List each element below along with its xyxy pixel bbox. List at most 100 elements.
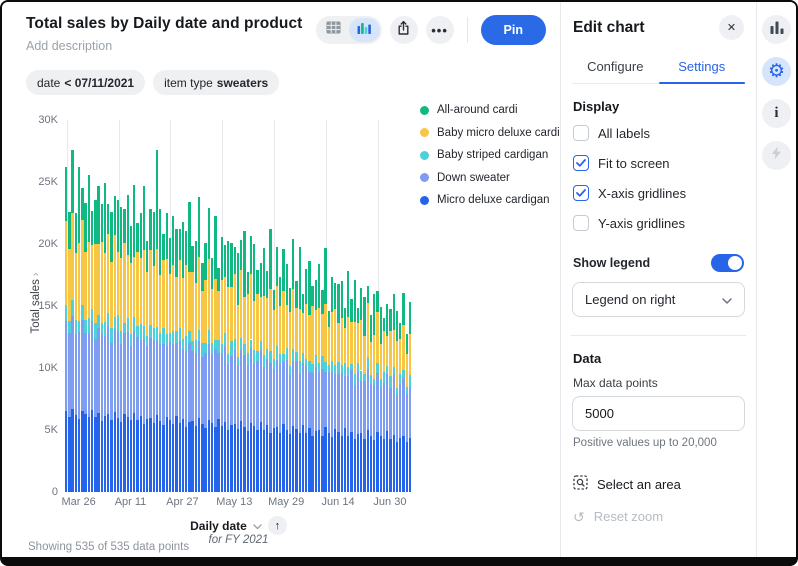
legend-item[interactable]: All-around cardi <box>420 104 562 116</box>
bar-segment[interactable] <box>363 381 365 438</box>
bar-segment[interactable] <box>276 427 278 492</box>
bar-segment[interactable] <box>204 428 206 492</box>
bar-segment[interactable] <box>337 432 339 492</box>
bar-segment[interactable] <box>334 365 336 374</box>
bar-segment[interactable] <box>162 344 164 425</box>
bar-segment[interactable] <box>198 341 200 418</box>
bar-segment[interactable] <box>256 294 258 350</box>
legend-position-select[interactable]: Legend on right <box>572 282 745 317</box>
bar-segment[interactable] <box>308 372 310 428</box>
sort-ascending-button[interactable]: ↑ <box>268 516 287 535</box>
bar-segment[interactable] <box>386 374 388 431</box>
bar-segment[interactable] <box>162 425 164 492</box>
bar-segment[interactable] <box>114 412 116 492</box>
bar-segment[interactable] <box>341 373 343 436</box>
bar-segment[interactable] <box>140 340 142 417</box>
bar-segment[interactable] <box>363 297 365 336</box>
bar-segment[interactable] <box>318 264 320 308</box>
bar-segment[interactable] <box>305 366 307 432</box>
bar-segment[interactable] <box>136 252 138 326</box>
bar-segment[interactable] <box>71 409 73 492</box>
table-view-button[interactable] <box>318 18 349 42</box>
bar-segment[interactable] <box>140 213 142 258</box>
bar-segment[interactable] <box>169 420 171 492</box>
bar-segment[interactable] <box>68 249 70 321</box>
bar-segment[interactable] <box>273 369 275 429</box>
bar-segment[interactable] <box>370 342 372 375</box>
bar-segment[interactable] <box>344 363 346 375</box>
bar-segment[interactable] <box>289 434 291 492</box>
bar-segment[interactable] <box>240 421 242 492</box>
bar-segment[interactable] <box>188 272 190 331</box>
bar-segment[interactable] <box>243 427 245 492</box>
bar-segment[interactable] <box>357 308 359 324</box>
bar-segment[interactable] <box>156 327 158 341</box>
bar-segment[interactable] <box>250 349 252 423</box>
bar-segment[interactable] <box>81 305 83 320</box>
bar-segment[interactable] <box>68 417 70 492</box>
bar-segment[interactable] <box>75 415 77 492</box>
bar-segment[interactable] <box>269 351 271 363</box>
bar-segment[interactable] <box>143 186 145 249</box>
bar-segment[interactable] <box>279 306 281 353</box>
bar-segment[interactable] <box>224 277 226 333</box>
bar-segment[interactable] <box>367 430 369 492</box>
bar-segment[interactable] <box>399 384 401 438</box>
bar-segment[interactable] <box>101 421 103 492</box>
bar-segment[interactable] <box>260 422 262 492</box>
bar-segment[interactable] <box>344 308 346 328</box>
bar-segment[interactable] <box>91 211 93 245</box>
bar-segment[interactable] <box>383 331 385 373</box>
bar-segment[interactable] <box>286 348 288 360</box>
bar-segment[interactable] <box>360 288 362 320</box>
bar-segment[interactable] <box>117 315 119 331</box>
bar-segment[interactable] <box>250 423 252 492</box>
bar-segment[interactable] <box>370 375 372 384</box>
rail-info-button[interactable]: i <box>762 99 791 128</box>
bar-segment[interactable] <box>127 255 129 319</box>
page-title[interactable]: Total sales by Daily date and product <box>26 15 302 33</box>
bar-segment[interactable] <box>308 261 310 314</box>
bar-segment[interactable] <box>269 229 271 288</box>
bar-segment[interactable] <box>373 335 375 379</box>
bar-segment[interactable] <box>367 357 369 369</box>
bar-segment[interactable] <box>302 363 304 425</box>
bar-segment[interactable] <box>71 213 73 300</box>
rail-chart-button[interactable] <box>762 15 791 44</box>
bar-segment[interactable] <box>204 243 206 280</box>
bar-segment[interactable] <box>204 280 206 343</box>
bar-segment[interactable] <box>81 220 83 305</box>
bar-segment[interactable] <box>250 236 252 274</box>
bar-segment[interactable] <box>201 263 203 291</box>
bar-segment[interactable] <box>159 275 161 332</box>
bar-segment[interactable] <box>107 326 109 415</box>
bar-segment[interactable] <box>208 330 210 345</box>
bar-segment[interactable] <box>295 429 297 492</box>
bar-segment[interactable] <box>211 343 213 354</box>
bar-segment[interactable] <box>149 250 151 325</box>
bar-segment[interactable] <box>318 430 320 492</box>
bar-segment[interactable] <box>227 430 229 492</box>
bar-segment[interactable] <box>328 311 330 327</box>
bar-segment[interactable] <box>172 216 174 265</box>
filter-chip-item-type[interactable]: item type sweaters <box>153 70 279 95</box>
bar-segment[interactable] <box>263 296 265 355</box>
bar-segment[interactable] <box>84 203 86 251</box>
bar-segment[interactable] <box>266 271 268 298</box>
bar-segment[interactable] <box>305 359 307 366</box>
bar-segment[interactable] <box>91 245 93 309</box>
bar-segment[interactable] <box>315 367 317 432</box>
bar-segment[interactable] <box>191 351 193 421</box>
bar-segment[interactable] <box>146 272 148 336</box>
bar-segment[interactable] <box>169 238 171 274</box>
bar-segment[interactable] <box>114 235 116 317</box>
bar-segment[interactable] <box>91 410 93 492</box>
bar-segment[interactable] <box>324 304 326 362</box>
x-axis-label[interactable]: Daily date <box>190 519 247 533</box>
bar-segment[interactable] <box>302 425 304 492</box>
bar-segment[interactable] <box>123 333 125 414</box>
bar-segment[interactable] <box>266 298 268 349</box>
bar-segment[interactable] <box>201 424 203 492</box>
bar-segment[interactable] <box>406 442 408 492</box>
bar-segment[interactable] <box>347 436 349 492</box>
